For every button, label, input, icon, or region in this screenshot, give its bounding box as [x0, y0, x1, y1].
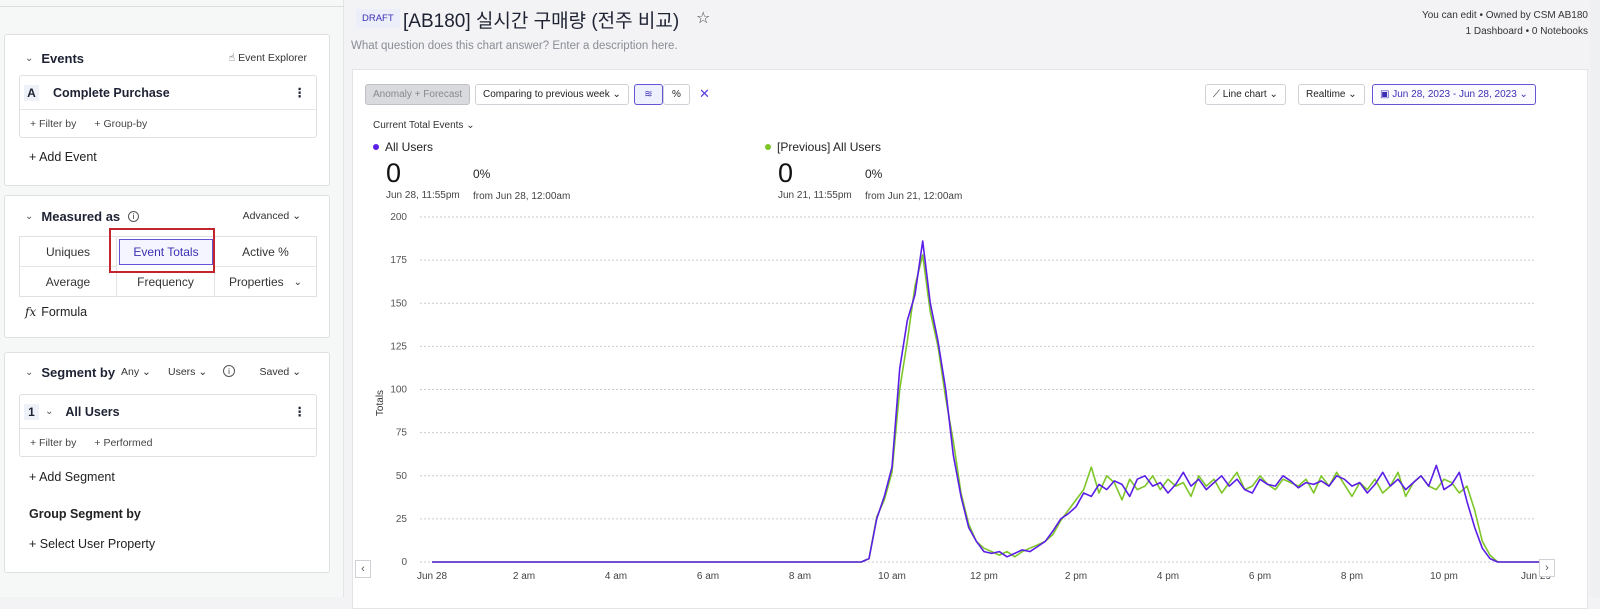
saved-dropdown[interactable]: Saved ⌄: [260, 366, 302, 378]
filter-by-button[interactable]: + Filter by: [30, 118, 76, 130]
add-event-button[interactable]: + Add Event: [29, 150, 97, 164]
y-axis-label: Totals: [375, 390, 386, 416]
fx-icon: fx: [25, 305, 36, 319]
y-tick-label: 75: [396, 428, 408, 439]
info-icon[interactable]: i: [128, 211, 139, 222]
x-tick-label: 8 am: [789, 571, 811, 582]
any-dropdown[interactable]: Any ⌄: [121, 366, 151, 378]
measure-option-active-percent[interactable]: Active %: [215, 237, 316, 267]
saved-label: Saved: [260, 366, 290, 378]
series-line-previous[interactable]: [432, 255, 1544, 562]
group-segment-header: Group Segment by: [29, 507, 141, 521]
chart-main: DRAFT [AB180] 실시간 구매량 (전주 비교) ☆ What que…: [344, 0, 1600, 597]
chart-panel: Anomaly + Forecast Comparing to previous…: [352, 69, 1588, 609]
x-tick-label: 12 pm: [970, 571, 998, 582]
add-segment-button[interactable]: + Add Segment: [29, 470, 115, 484]
event-explorer-label: Event Explorer: [238, 52, 307, 64]
y-tick-label: 50: [396, 471, 408, 482]
measure-option-properties[interactable]: Properties ⌄: [215, 267, 316, 297]
event-badge: A: [24, 85, 39, 101]
measured-as-card: ⌄ Measured as i Advanced ⌄ Uniques Event…: [4, 195, 330, 338]
x-tick-label: 4 am: [605, 571, 627, 582]
formula-button[interactable]: fx Formula: [25, 305, 87, 319]
segment-badge: 1: [24, 404, 39, 420]
segment-title: Segment by: [41, 365, 115, 380]
filter-by-button[interactable]: + Filter by: [30, 437, 76, 449]
users-label: Users: [168, 366, 195, 378]
users-dropdown[interactable]: Users ⌄: [168, 366, 207, 378]
chevron-down-icon[interactable]: ⌄: [25, 367, 33, 378]
chevron-down-icon: ⌄: [292, 210, 301, 222]
event-name[interactable]: Complete Purchase: [53, 86, 170, 100]
chevron-down-icon: ⌄: [294, 277, 302, 288]
more-options-icon[interactable]: ⋮: [294, 404, 307, 419]
properties-label: Properties: [229, 275, 284, 289]
any-label: Any: [121, 366, 139, 378]
chevron-down-icon[interactable]: ⌄: [25, 53, 33, 64]
page-title[interactable]: [AB180] 실시간 구매량 (전주 비교): [403, 6, 679, 33]
formula-label: Formula: [41, 305, 87, 319]
x-tick-label: 10 am: [878, 571, 906, 582]
y-tick-label: 175: [390, 255, 407, 266]
scrollbar[interactable]: [1590, 0, 1600, 597]
x-tick-label: 2 am: [513, 571, 535, 582]
info-icon[interactable]: i: [223, 365, 235, 377]
x-tick-label: 8 pm: [1341, 571, 1363, 582]
x-tick-label: 6 pm: [1249, 571, 1271, 582]
star-icon[interactable]: ☆: [696, 8, 710, 28]
events-title: Events: [41, 51, 84, 66]
divider: [0, 6, 344, 7]
performed-button[interactable]: + Performed: [94, 437, 152, 449]
measure-option-average[interactable]: Average: [20, 267, 117, 297]
event-item: A Complete Purchase ⋮ + Filter by + Grou…: [19, 75, 317, 138]
scroll-right-button[interactable]: ›: [1539, 559, 1555, 577]
x-tick-label: 4 pm: [1157, 571, 1179, 582]
series-line-current[interactable]: [432, 241, 1544, 562]
y-tick-label: 200: [390, 212, 407, 223]
x-tick-label: Jun 28: [417, 571, 447, 582]
x-tick-label: 10 pm: [1430, 571, 1458, 582]
group-by-button[interactable]: + Group-by: [94, 118, 147, 130]
select-user-property-button[interactable]: + Select User Property: [29, 537, 155, 551]
x-tick-label: 2 pm: [1065, 571, 1087, 582]
measured-header[interactable]: ⌄ Measured as i: [25, 209, 139, 224]
pointer-hand-icon: ☝: [229, 52, 235, 64]
segment-card: ⌄ Segment by Any ⌄ Users ⌄ i Saved ⌄ 1 ⌄…: [4, 352, 330, 573]
segment-name[interactable]: All Users: [65, 405, 119, 419]
usage-line[interactable]: 1 Dashboard • 0 Notebooks: [1422, 24, 1588, 40]
scroll-left-button[interactable]: ‹: [355, 560, 371, 578]
y-tick-label: 0: [401, 557, 407, 568]
chevron-down-icon[interactable]: ⌄: [45, 406, 53, 417]
line-chart: 0 25 50 75 100 125 150 175 200 Jun 28 2 am 4 am 6 a…: [353, 70, 1589, 600]
segment-header[interactable]: ⌄ Segment by: [25, 365, 115, 380]
measure-option-uniques[interactable]: Uniques: [20, 237, 117, 267]
query-sidebar: ⌄ Events ☝ Event Explorer A Complete Pur…: [0, 0, 344, 597]
event-explorer-button[interactable]: ☝ Event Explorer: [229, 52, 307, 64]
advanced-label: Advanced: [243, 210, 290, 222]
draft-badge: DRAFT: [356, 9, 400, 28]
chevron-down-icon[interactable]: ⌄: [25, 211, 33, 222]
events-header[interactable]: ⌄ Events: [25, 51, 84, 66]
y-tick-label: 25: [396, 514, 408, 525]
ownership-info: You can edit • Owned by CSM AB180 1 Dash…: [1422, 8, 1588, 40]
advanced-dropdown[interactable]: Advanced ⌄: [243, 210, 301, 222]
y-tick-label: 100: [390, 385, 407, 396]
highlight-box: [109, 228, 215, 273]
y-tick-label: 125: [390, 341, 407, 352]
more-options-icon[interactable]: ⋮: [294, 85, 307, 100]
description-input[interactable]: What question does this chart answer? En…: [351, 40, 678, 52]
x-tick-label: 6 am: [697, 571, 719, 582]
events-card: ⌄ Events ☝ Event Explorer A Complete Pur…: [4, 34, 330, 186]
segment-item: 1 ⌄ All Users ⋮ + Filter by + Performed: [19, 394, 317, 457]
y-tick-label: 150: [390, 298, 407, 309]
measured-title: Measured as: [41, 209, 120, 224]
owner-line: You can edit • Owned by CSM AB180: [1422, 8, 1588, 24]
